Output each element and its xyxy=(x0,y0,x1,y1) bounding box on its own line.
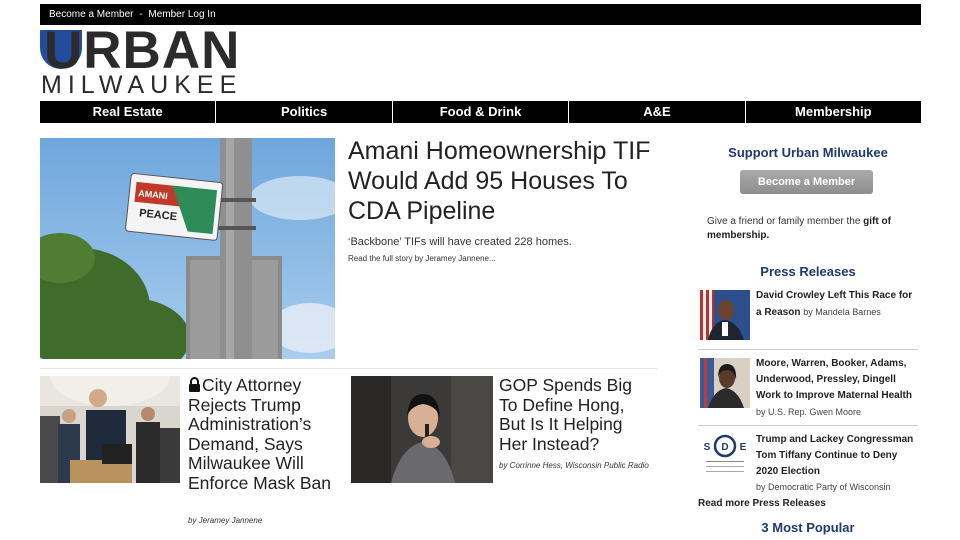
portrait-photo xyxy=(700,290,750,340)
nav-food-drink[interactable]: Food & Drink xyxy=(393,101,570,123)
svg-text:S: S xyxy=(704,442,711,453)
nav-politics[interactable]: Politics xyxy=(216,101,393,123)
press-item-2[interactable]: Moore, Warren, Booker, Adams, Underwood,… xyxy=(756,356,920,421)
lock-icon xyxy=(189,377,200,392)
press-releases-heading[interactable]: Press Releases xyxy=(698,264,918,279)
gift-membership-text: Give a friend or family member the gift … xyxy=(707,215,917,243)
nav-arts-entertainment[interactable]: A&E xyxy=(569,101,746,123)
amani-sign-photo: PEACE AMANI xyxy=(40,138,335,359)
svg-text:E: E xyxy=(740,442,747,453)
article-image-press-conference[interactable] xyxy=(40,376,180,483)
hero-subtitle: ‘Backbone’ TIFs will have created 228 ho… xyxy=(348,236,572,248)
press-divider xyxy=(698,425,918,426)
press-headline: Moore, Warren, Booker, Adams, Underwood,… xyxy=(756,358,912,401)
speaker-photo xyxy=(351,376,493,483)
support-heading: Support Urban Milwaukee xyxy=(728,145,888,160)
hero-image[interactable]: PEACE AMANI xyxy=(40,138,335,359)
top-bar-separator: - xyxy=(139,9,143,20)
press-byline: by Mandela Barnes xyxy=(803,307,881,317)
article-headline-text: City Attorney Rejects Trump Administrati… xyxy=(188,375,331,493)
press-byline: by Democratic Party of Wisconsin xyxy=(756,482,891,492)
press-image-moore[interactable] xyxy=(700,358,750,408)
svg-text:D: D xyxy=(721,442,728,453)
sde-logo-icon: D S E xyxy=(700,430,750,480)
hero-read-more[interactable]: Read the full story by Jeramey Jannene..… xyxy=(348,254,496,263)
article-byline: by Corrinne Hess, Wisconsin Public Radio xyxy=(499,461,649,470)
member-login-link[interactable]: Member Log In xyxy=(148,9,215,20)
press-item-3[interactable]: Trump and Lackey Congressman Tom Tiffany… xyxy=(756,432,920,480)
nav-membership[interactable]: Membership xyxy=(746,101,921,123)
read-more-press-link[interactable]: Read more Press Releases xyxy=(698,498,826,509)
nav-real-estate[interactable]: Real Estate xyxy=(40,101,217,123)
press-image-crowley[interactable] xyxy=(700,290,750,340)
logo-word-urban: URBAN xyxy=(44,21,241,80)
become-member-link[interactable]: Become a Member xyxy=(49,9,133,20)
press-conference-photo xyxy=(40,376,180,483)
article-image-hong[interactable] xyxy=(351,376,493,483)
article-byline: by Jeramey Jannene xyxy=(188,516,263,525)
hero-headline[interactable]: Amani Homeownership TIF Would Add 95 Hou… xyxy=(348,136,658,226)
article-headline-city-attorney[interactable]: City Attorney Rejects Trump Administrati… xyxy=(188,375,338,493)
press-image-sde-logo[interactable]: D S E xyxy=(700,430,750,480)
site-logo[interactable]: URBAN MILWAUKEE xyxy=(40,24,250,99)
most-popular-heading: 3 Most Popular xyxy=(761,520,855,535)
content-divider xyxy=(40,368,657,369)
become-member-button[interactable]: Become a Member xyxy=(740,170,873,194)
portrait-photo xyxy=(700,358,750,408)
press-divider xyxy=(698,349,918,350)
article-headline-gop-hong[interactable]: GOP Spends Big To Define Hong, But Is It… xyxy=(499,375,649,454)
press-byline: by U.S. Rep. Gwen Moore xyxy=(756,407,862,417)
press-headline: Trump and Lackey Congressman Tom Tiffany… xyxy=(756,434,914,477)
press-item-1[interactable]: David Crowley Left This Race for a Reaso… xyxy=(756,288,920,321)
main-nav: Real Estate Politics Food & Drink A&E Me… xyxy=(40,101,921,123)
gift-text-pre: Give a friend or family member the xyxy=(707,216,864,227)
logo-word-milwaukee: MILWAUKEE xyxy=(41,71,243,99)
